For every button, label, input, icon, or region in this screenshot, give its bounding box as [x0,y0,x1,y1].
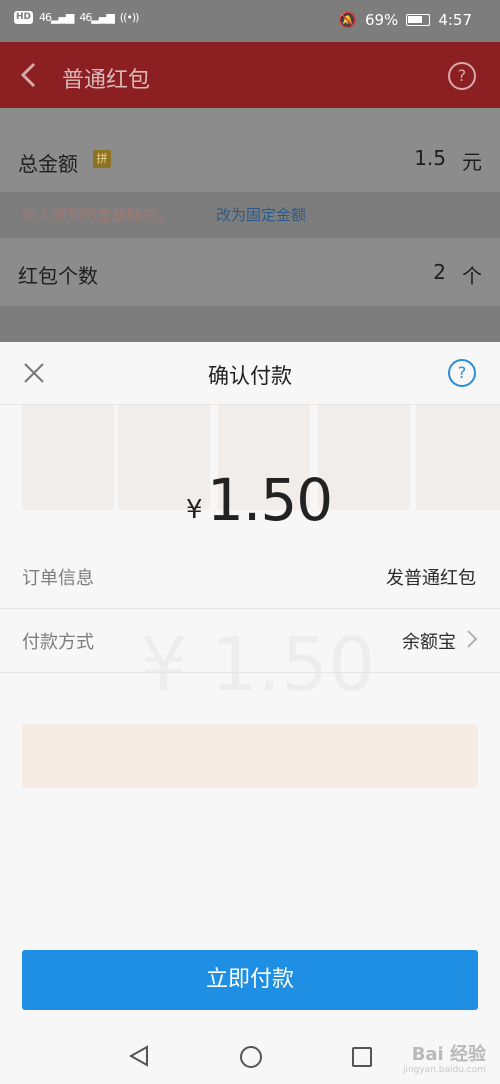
pay-now-button[interactable]: 立即付款 [22,950,478,1010]
hotspot-icon: ((•)) [119,11,140,24]
sheet-title: 确认付款 [208,364,292,388]
status-left: HD 46▂▄▆ 46▂▄▆ ((•)) [14,11,140,24]
total-amount-label: 总金额 [18,152,78,176]
order-info-row: 订单信息 发普通红包 [0,544,500,609]
chevron-right-icon[interactable] [466,630,478,648]
hd-badge: HD [14,11,34,24]
battery-percent: 69% [364,11,399,29]
divider [0,306,500,342]
payment-amount: 1.50 [207,466,333,534]
hint-text: 每人领到的金额随机， [22,206,173,224]
back-arrow-icon[interactable] [16,59,44,91]
clock: 4:57 [438,11,472,29]
page-title: 普通红包 [62,68,151,93]
confirm-payment-sheet: ¥ 1.50 确认付款 ? ¥ 1.50 订单信息 发普通红包 付款方式 余额宝… [0,342,500,1084]
payment-method-label: 付款方式 [22,632,94,653]
status-bar: HD 46▂▄▆ 46▂▄▆ ((•)) 🔕 69% 4:57 [0,0,500,42]
app-header: 普通红包 ? [0,42,500,108]
fixed-amount-link[interactable]: 改为固定金额 [216,204,306,225]
status-right: 🔕 69% 4:57 [338,11,472,29]
sheet-header: 确认付款 ? [0,342,500,405]
signal-icon: 46▂▄▆ [39,11,74,24]
order-info-label: 订单信息 [22,568,94,589]
count-input[interactable]: 2 [433,260,446,284]
watermark-logo: Bai 经验 [411,1044,486,1065]
total-amount-input[interactable]: 1.5 [414,146,446,170]
order-info-value: 发普通红包 [386,568,476,589]
payment-method-value[interactable]: 余额宝 [402,628,456,654]
system-nav-bar: Bai 经验 jingyan.baidu.com [0,1030,500,1084]
nav-home-icon[interactable] [240,1046,262,1068]
help-icon[interactable]: ? [448,62,476,90]
watermark-url: jingyan.baidu.com [402,1065,486,1075]
count-unit: 个 [462,264,482,288]
signal-icon-2: 46▂▄▆ [79,11,114,24]
hint-row: 每人领到的金额随机， 改为固定金额 [0,192,500,238]
count-row[interactable]: 红包个数 2 个 [0,238,500,306]
currency-symbol: ¥ [186,495,203,525]
background-button [22,724,478,788]
mute-icon: 🔕 [338,11,357,29]
battery-icon [406,14,431,26]
total-amount-unit: 元 [462,150,482,174]
nav-recent-icon[interactable] [352,1047,372,1067]
count-label: 红包个数 [18,264,98,288]
pin-badge-icon[interactable]: 拼 [93,150,111,168]
payment-method-row[interactable]: 付款方式 余额宝 [0,608,500,673]
help-icon[interactable]: ? [448,359,476,387]
nav-back-icon[interactable] [128,1044,150,1068]
total-amount-row[interactable]: 总金额 拼 1.5 元 [0,108,500,192]
